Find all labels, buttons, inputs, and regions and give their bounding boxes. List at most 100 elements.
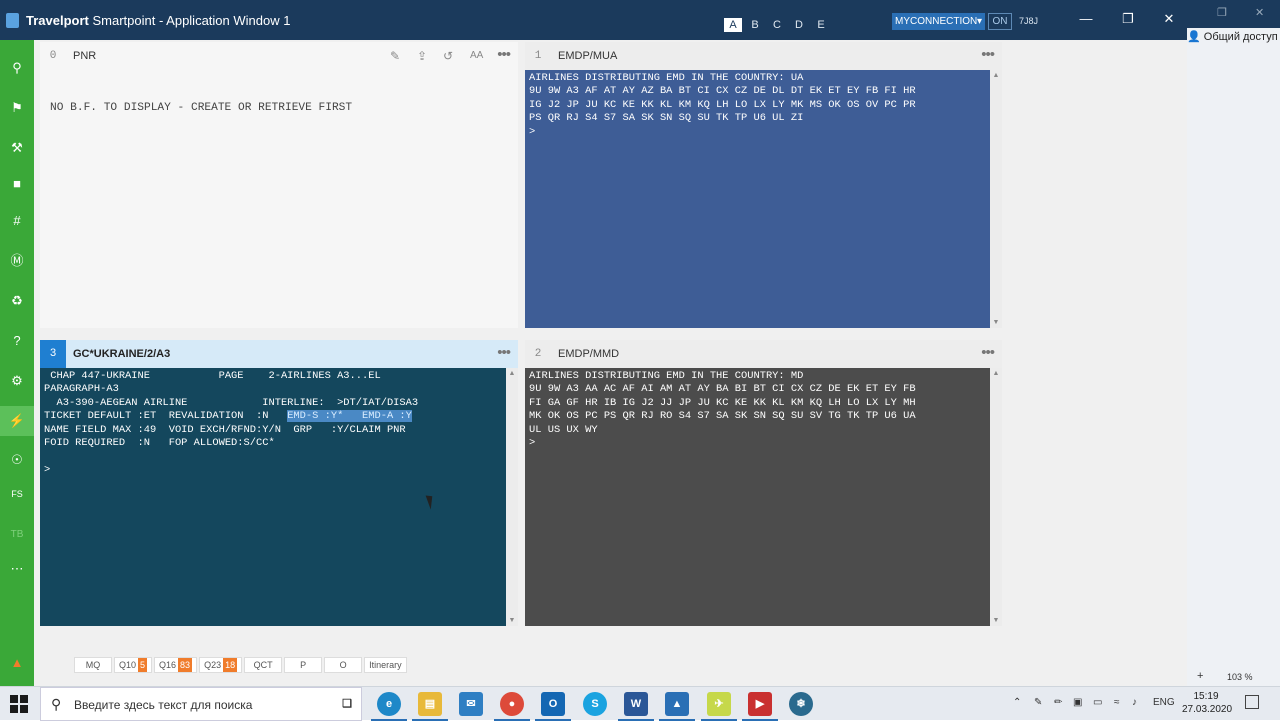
travel-app-icon[interactable]: ✈ [701,692,737,721]
zoom-in-icon[interactable]: + [1197,670,1203,682]
terminal-panel-1: 1 EMDP/MUA ••• AIRLINES DISTRIBUTING EMD… [525,42,1002,328]
chrome-icon[interactable]: ● [494,692,530,721]
scroll-up-icon[interactable]: ▲ [990,370,1002,377]
connection-status-badge[interactable]: ON [988,13,1012,30]
queue-o[interactable]: O [324,657,363,673]
terminal-line: A3-390-AEGEAN AIRLINE INTERLINE: >DT/IAT… [44,396,419,409]
taskbar-search[interactable]: ⚲ Введите здесь текст для поиска [40,687,362,721]
terminal-prompt[interactable]: > [529,126,986,139]
itinerary-button[interactable]: Itinerary [364,657,407,673]
settings-icon[interactable]: ⚙ [0,370,34,392]
edit-icon[interactable]: ✎ [390,42,400,70]
queue-q16[interactable]: Q16 83 [154,657,198,673]
terminal-output[interactable]: AIRLINES DISTRIBUTING EMD IN THE COUNTRY… [525,368,990,626]
tray-expand-icon[interactable]: ⌃ [1013,697,1021,708]
clock-time: 15:19 [1193,691,1219,702]
tray-app-icon[interactable]: ✎ [1034,697,1042,708]
folder-icon[interactable]: ▤ [412,692,448,721]
more-icon[interactable]: ••• [497,42,511,70]
more-icon[interactable]: ••• [981,42,995,70]
workspace-tab-e[interactable]: E [812,18,830,32]
system-clock[interactable]: 15:19 27.03.2020 [1182,690,1232,716]
restore-icon[interactable]: ❐ [1217,6,1227,19]
history-icon[interactable]: ↺ [443,42,453,70]
queue-q23[interactable]: Q23 18 [199,657,243,673]
windows-start-icon[interactable] [10,695,28,713]
outlook-icon[interactable]: O [535,692,571,721]
video-app-icon[interactable]: ▶ [742,692,778,721]
task-view-icon[interactable]: ❏ [335,692,359,716]
sidebar: ⚲ ⚑ ⚒ ■ # Ⓜ ♻ ? ⚙ ⚡ ☉ FS TB ⋯ ▲ [0,40,34,686]
share-icon[interactable]: ⇪ [417,42,427,70]
restore-icon[interactable]: ❐ [1118,11,1138,27]
minimize-icon[interactable]: — [1076,11,1096,26]
more-icon[interactable]: ⋯ [0,558,34,580]
notifications-icon[interactable] [1245,695,1259,709]
tray-device-icon[interactable]: ▣ [1073,697,1082,708]
panel-title: EMDP/MUA [558,50,618,62]
terminal-prompt[interactable]: > [529,437,986,450]
word-icon[interactable]: W [618,692,654,721]
snowflake-app-icon[interactable]: ❄ [789,692,813,716]
scrollbar[interactable]: ▲ ▼ [990,368,1002,626]
more-icon[interactable]: ••• [497,340,511,368]
hash-icon[interactable]: # [0,210,34,232]
terminal-output[interactable]: CHAP 447-UKRAINE PAGE 2-AIRLINES A3...EL… [40,368,506,626]
scroll-down-icon[interactable]: ▼ [990,319,1002,326]
queue-count-badge: 83 [178,658,193,672]
panel-header: 0 PNR ✎ ⇪ ↺ AA ••• [40,42,518,70]
workspace-tab-d[interactable]: D [790,18,808,32]
panel-header: 2 EMDP/MMD ••• [525,340,1002,368]
wifi-icon[interactable]: ≈ [1114,697,1120,708]
panel-number: 3 [40,340,66,368]
wrench-icon[interactable]: ⚒ [0,137,34,159]
close-icon[interactable]: ✕ [1255,6,1264,19]
bell-icon[interactable]: ▲ [0,652,34,674]
language-indicator[interactable]: ENG [1153,697,1175,708]
terminal-line: FI GA GF HR IB IG J2 JJ JP JU KC KE KK K… [529,396,916,409]
tray-pen-icon[interactable]: ✏ [1054,697,1062,708]
queue-q10[interactable]: Q10 5 [114,657,153,673]
window-title: Travelport Smartpoint - Application Wind… [26,13,291,28]
panel-number: 0 [49,50,57,62]
recycle-icon[interactable]: ♻ [0,290,34,312]
more-icon[interactable]: ••• [981,340,995,368]
mail-app-icon[interactable]: ✉ [459,692,483,716]
selected-text: EMD-S :Y* EMD-A :Y [287,410,412,423]
font-size-icon[interactable]: AA [470,42,483,70]
edge-icon[interactable]: e [371,692,407,721]
scrollbar[interactable]: ▲ ▼ [990,70,1002,328]
terminal-output[interactable]: NO B.F. TO DISPLAY - CREATE OR RETRIEVE … [40,70,518,328]
workspace-tab-c[interactable]: C [768,18,786,32]
battery-icon[interactable]: ▭ [1093,697,1102,708]
workspace-tab-a[interactable]: A [724,18,742,32]
smartpoint-taskbar-icon[interactable]: ▲ [659,692,695,721]
queue-p[interactable]: P [284,657,323,673]
queue-qct[interactable]: QCT [244,657,283,673]
search-icon[interactable]: ⚲ [0,57,34,79]
queue-mq[interactable]: MQ [74,657,112,673]
square-icon[interactable]: ■ [0,173,34,195]
terminal-panel-3: 3 GC*UKRAINE/2/A3 ••• CHAP 447-UKRAINE P… [40,340,518,626]
panel-title: PNR [73,50,97,62]
close-icon[interactable]: ✕ [1159,11,1179,27]
tb-icon[interactable]: TB [0,524,34,546]
tag-icon[interactable]: ⚑ [0,97,34,119]
skype-icon[interactable]: S [583,692,607,716]
scroll-up-icon[interactable]: ▲ [990,72,1002,79]
workspace-tab-b[interactable]: B [746,18,764,32]
scroll-up-icon[interactable]: ▲ [506,370,518,377]
terminal-output[interactable]: AIRLINES DISTRIBUTING EMD IN THE COUNTRY… [525,70,990,328]
scrollbar[interactable]: ▲ ▼ [506,368,518,626]
terminal-prompt[interactable]: > [44,464,502,477]
fs-icon[interactable]: FS [0,483,34,505]
m-icon[interactable]: Ⓜ [0,250,34,272]
share-button[interactable]: 👤 Общий доступ [1187,30,1278,43]
connection-select[interactable]: MYCONNECTION ▾ [892,13,985,30]
volume-icon[interactable]: ♪ [1132,697,1137,708]
plug-icon[interactable]: ⚡ [0,406,34,436]
location-icon[interactable]: ☉ [0,449,34,471]
scroll-down-icon[interactable]: ▼ [506,617,518,624]
help-icon[interactable]: ? [0,330,34,352]
scroll-down-icon[interactable]: ▼ [990,617,1002,624]
